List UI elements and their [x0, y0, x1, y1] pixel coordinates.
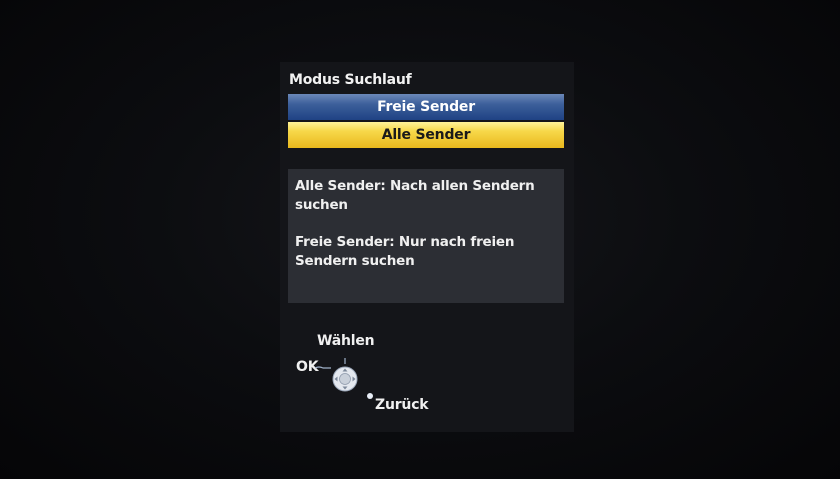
scan-mode-dialog: Modus Suchlauf Freie Sender Alle Sender …: [280, 62, 574, 432]
info-all-channels: Alle Sender: Nach allen Sendern suchen: [295, 178, 535, 213]
hint-select-label: Wählen: [317, 333, 375, 349]
option-free-channels[interactable]: Freie Sender: [288, 94, 564, 120]
dialog-title: Modus Suchlauf: [289, 72, 412, 88]
remote-dpad-icon: [315, 358, 373, 399]
option-all-channels[interactable]: Alle Sender: [288, 122, 564, 148]
info-free-channels: Freie Sender: Nur nach freien Sendern su…: [295, 234, 515, 269]
info-box: Alle Sender: Nach allen Sendern suchen F…: [288, 169, 564, 303]
tv-screen: Modus Suchlauf Freie Sender Alle Sender …: [0, 0, 840, 479]
